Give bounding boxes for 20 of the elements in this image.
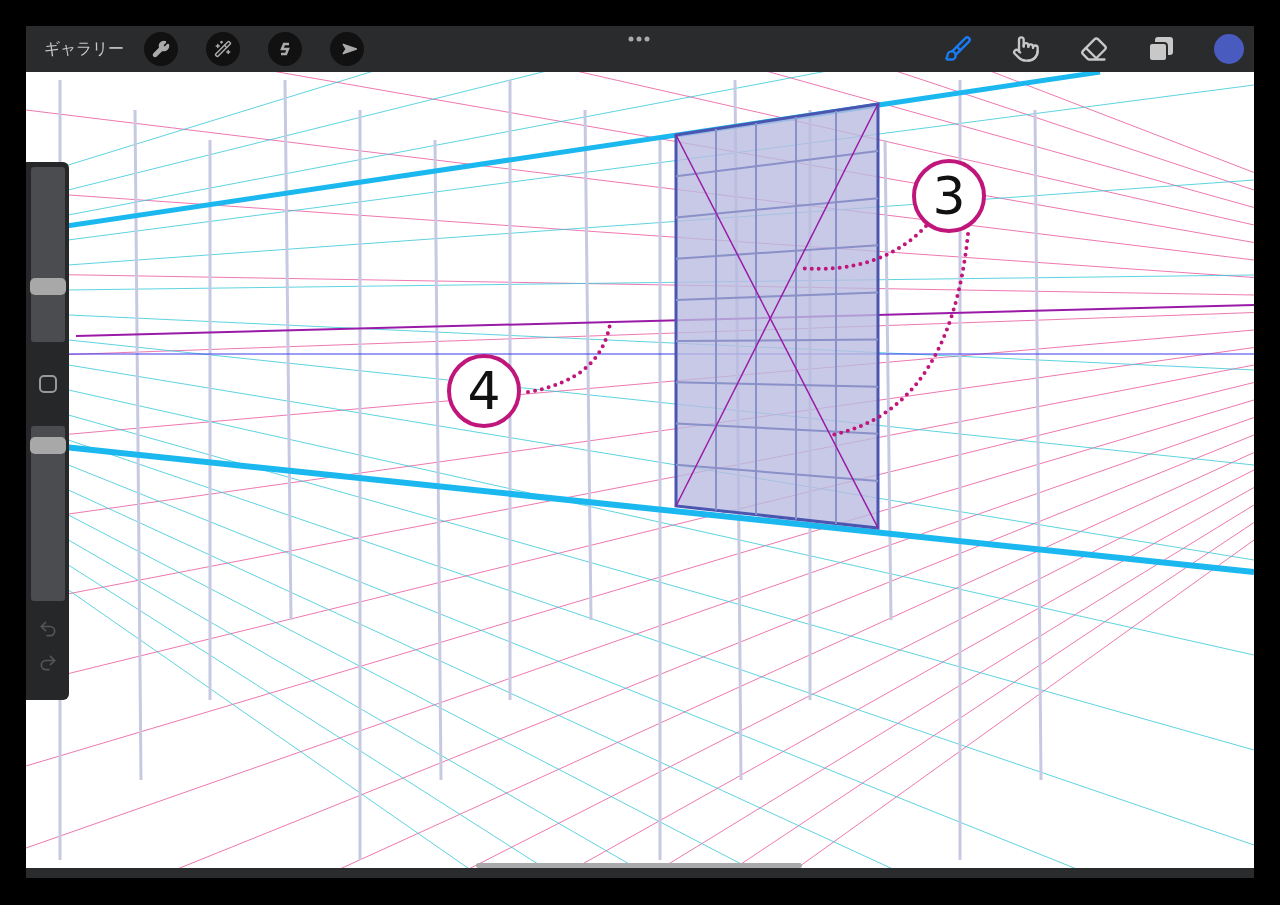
color-swatch[interactable]	[1214, 34, 1244, 64]
transform-arrow-button[interactable]	[330, 32, 364, 66]
smudge-icon[interactable]	[1012, 35, 1040, 63]
modify-button[interactable]	[38, 375, 57, 393]
brush-size-slider[interactable]	[30, 167, 65, 342]
slider-thumb[interactable]	[29, 277, 66, 295]
wrench-icon	[152, 40, 170, 58]
callout-number: 4	[447, 354, 521, 428]
layers-icon[interactable]	[1148, 36, 1174, 62]
opacity-slider[interactable]	[30, 426, 65, 601]
eraser-icon[interactable]	[1080, 35, 1108, 63]
gallery-link[interactable]: ギャラリー	[44, 38, 124, 60]
slider-thumb[interactable]	[29, 437, 66, 455]
more-dots-icon[interactable]	[628, 36, 650, 42]
selection-button[interactable]	[268, 32, 302, 66]
magic-wand-button[interactable]	[206, 32, 240, 66]
magic-wand-icon	[214, 40, 232, 58]
brush-icon[interactable]	[944, 35, 972, 63]
callout-number: 3	[912, 159, 986, 233]
wrench-button[interactable]	[144, 32, 178, 66]
